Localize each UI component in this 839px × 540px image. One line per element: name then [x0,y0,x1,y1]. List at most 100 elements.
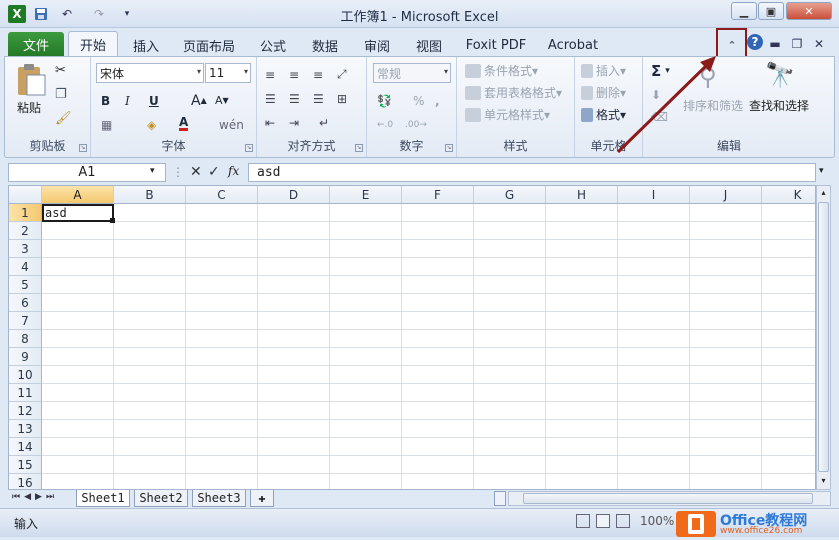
formula-input[interactable]: asd [248,163,816,182]
tab-page-layout[interactable]: 页面布局 [176,34,242,56]
sheet-tab-3[interactable]: Sheet3 [192,490,246,507]
row-header[interactable]: 13 [9,420,42,438]
align-right-icon[interactable]: ☰ [313,89,324,108]
align-center-icon[interactable]: ☰ [289,89,300,108]
vertical-scrollbar[interactable]: ▴ ▾ [816,185,831,490]
name-box-dropdown-icon[interactable]: ▾ [150,166,155,176]
row-header[interactable]: 12 [9,402,42,420]
cut-icon[interactable]: ✂ [55,63,66,78]
column-header[interactable]: E [330,186,402,204]
scroll-down-icon[interactable]: ▾ [818,476,829,486]
currency-icon[interactable]: 💱 [377,91,392,110]
italic-button[interactable]: I [125,91,130,110]
active-cell[interactable]: asd [42,204,114,222]
column-header[interactable]: K [762,186,815,204]
tab-insert[interactable]: 插入 [124,34,168,56]
column-header[interactable]: H [546,186,618,204]
column-header[interactable]: J [690,186,762,204]
phonetic-icon[interactable]: wén [219,115,244,134]
row-header[interactable]: 1 [9,204,42,222]
horizontal-scrollbar[interactable] [508,491,831,506]
scroll-thumb[interactable] [818,202,829,472]
tab-foxit-pdf[interactable]: Foxit PDF [460,34,532,56]
scroll-up-icon[interactable]: ▴ [818,188,829,198]
minimize-button[interactable]: ▁ [731,2,757,20]
cell-styles-button[interactable]: 单元格样式 ▾ [465,105,550,124]
find-select-icon[interactable]: 🔭 [765,61,795,89]
column-header[interactable]: A [42,186,114,204]
doc-close-icon[interactable]: ✕ [812,35,826,53]
row-header[interactable]: 7 [9,312,42,330]
row-header[interactable]: 2 [9,222,42,240]
row-header[interactable]: 4 [9,258,42,276]
column-header[interactable]: F [402,186,474,204]
grow-font-icon[interactable]: A ▲ [191,91,207,110]
paste-icon[interactable] [15,63,47,97]
orientation-icon[interactable]: ⤢ [337,65,347,84]
row-header[interactable]: 11 [9,384,42,402]
column-header[interactable]: I [618,186,690,204]
comma-button[interactable]: , [435,91,440,110]
format-painter-icon[interactable]: 🖌 [55,111,72,126]
fill-color-icon[interactable]: ◈ [147,115,156,134]
underline-button[interactable]: U [149,91,159,110]
restore-button[interactable]: ▣ [758,2,784,20]
wrap-text-icon[interactable]: ↵ [319,113,329,132]
format-as-table-button[interactable]: 套用表格格式 ▾ [465,83,562,102]
tab-data[interactable]: 数据 [304,34,346,56]
column-header[interactable]: B [114,186,186,204]
number-format-select[interactable]: 常规 ▾ [373,63,451,83]
row-header[interactable]: 6 [9,294,42,312]
tab-acrobat[interactable]: Acrobat [542,34,604,56]
insert-sheet-icon[interactable]: ✚ [250,490,274,507]
close-button[interactable]: ✕ [786,2,832,20]
dialog-launcher-icon[interactable]: ↘ [445,144,453,152]
row-header[interactable]: 15 [9,456,42,474]
formula-expand-down-icon[interactable]: ▾ [819,166,824,176]
column-header[interactable]: C [186,186,258,204]
increase-indent-icon[interactable]: ⇥ [289,113,299,132]
tab-file[interactable]: 文件 [8,32,64,56]
font-name-select[interactable]: 宋体 ▾ [96,63,204,83]
row-header[interactable]: 10 [9,366,42,384]
border-icon[interactable]: ▦ [101,115,112,134]
dialog-launcher-icon[interactable]: ↘ [245,144,253,152]
cancel-entry-icon[interactable]: ✕ [190,164,202,180]
name-box[interactable]: A1 [8,163,166,182]
column-header[interactable]: D [258,186,330,204]
tab-view[interactable]: 视图 [408,34,450,56]
worksheet-grid[interactable]: ABCDEFGHIJK 1 2 3 4 5 6 7 8 9 10 11 12 13 14 15 16 asd [8,185,816,490]
select-all-corner[interactable] [9,186,42,204]
help-icon[interactable]: ? [747,34,763,50]
doc-restore-icon[interactable]: ❐ [790,35,804,53]
formula-expand-icon[interactable]: ⋮ [172,165,184,179]
decrease-indent-icon[interactable]: ⇤ [265,113,275,132]
page-layout-view-icon[interactable] [596,514,610,528]
align-top-icon[interactable]: ≡ [265,65,275,84]
tab-review[interactable]: 审阅 [356,34,398,56]
row-header[interactable]: 9 [9,348,42,366]
tab-split-handle[interactable] [494,491,506,506]
row-header[interactable]: 14 [9,438,42,456]
column-header[interactable]: G [474,186,546,204]
align-left-icon[interactable]: ☰ [265,89,276,108]
doc-minimize-icon[interactable]: ▬ [768,35,782,53]
percent-button[interactable]: % [413,91,424,110]
increase-decimal-icon[interactable]: ←.0 [377,115,393,134]
hscroll-thumb[interactable] [523,493,813,504]
decrease-decimal-icon[interactable]: .00→ [405,115,427,134]
page-break-view-icon[interactable] [616,514,630,528]
sheet-nav-icon[interactable]: ⏮◀▶⏭ [12,492,58,502]
confirm-entry-icon[interactable]: ✓ [208,164,220,180]
font-size-select[interactable]: 11 ▾ [205,63,251,83]
sheet-tab-1[interactable]: Sheet1 [76,490,130,507]
zoom-level[interactable]: 100% [640,514,674,528]
merge-center-icon[interactable]: ⊞ [337,89,347,108]
paste-button[interactable]: 粘贴 [17,99,41,116]
sheet-tab-2[interactable]: Sheet2 [134,490,188,507]
row-header[interactable]: 16 [9,474,42,489]
shrink-font-icon[interactable]: A ▼ [215,91,229,110]
normal-view-icon[interactable] [576,514,590,528]
find-select-button[interactable]: 查找和选择 [749,97,809,114]
insert-function-button[interactable]: fx [228,164,239,178]
